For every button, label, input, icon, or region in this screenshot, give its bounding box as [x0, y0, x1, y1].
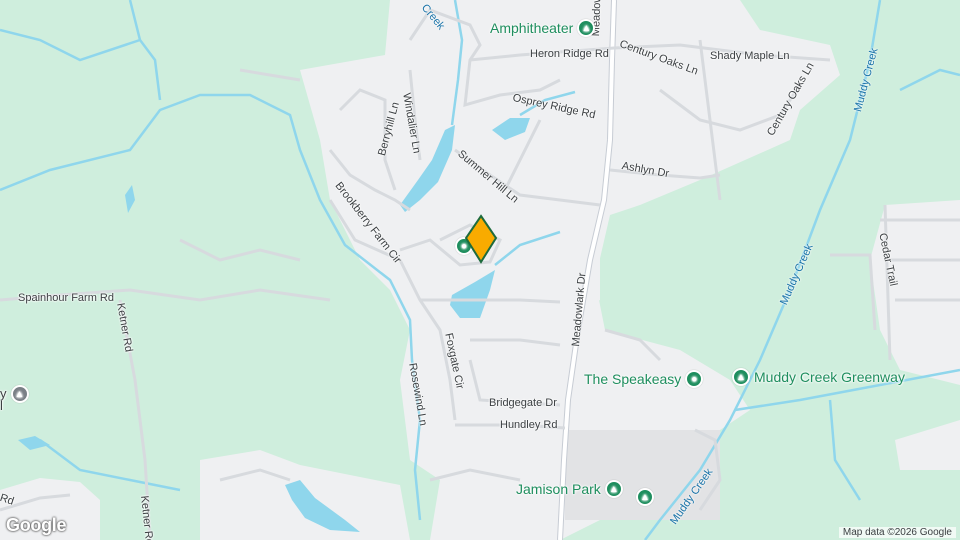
map-canvas[interactable]: Creek Muddy Creek Muddy Creek Muddy Cree…	[0, 0, 960, 540]
pond-small	[125, 185, 135, 213]
poi-amphitheater-label: Amphitheater	[490, 20, 574, 36]
poi-school[interactable]: y ▲	[0, 385, 29, 403]
google-logo: Google	[6, 515, 67, 535]
urban-area-east	[870, 200, 960, 385]
poi-amphitheater[interactable]: Amphitheater ▲	[490, 19, 596, 37]
urban-area-southeast	[895, 420, 960, 470]
road-label-hundley: Hundley Rd	[500, 419, 558, 431]
school-icon: ▲	[10, 385, 29, 403]
road-label-heron-ridge: Heron Ridge Rd	[530, 48, 609, 60]
map-attribution[interactable]: Map data ©2026 Google	[838, 527, 956, 538]
road-label-shady-maple: Shady Maple Ln	[710, 50, 790, 62]
poi-jamison-park-secondary[interactable]: ▲	[636, 488, 654, 506]
tree-icon: ▲	[604, 480, 623, 498]
map-base-layer	[0, 0, 960, 540]
poi-muddy-creek-greenway[interactable]: ▲ Muddy Creek Greenway	[732, 368, 905, 386]
poi-jamison-label: Jamison Park	[516, 481, 601, 497]
road-label-bridgegate: Bridgegate Dr	[489, 397, 557, 409]
tree-icon: ▲	[636, 488, 654, 506]
road-label-spainhour: Spainhour Farm Rd	[18, 292, 114, 304]
poi-school-label-2: l	[0, 398, 3, 413]
poi-jamison-park[interactable]: Jamison Park ▲	[516, 480, 623, 498]
poi-speakeasy[interactable]: The Speakeasy ●	[584, 370, 704, 388]
location-marker-icon[interactable]	[464, 214, 498, 266]
poi-greenway-label: Muddy Creek Greenway	[754, 369, 905, 385]
tree-icon: ▲	[732, 368, 750, 386]
poi-speakeasy-label: The Speakeasy	[584, 371, 682, 387]
tree-icon: ▲	[577, 19, 596, 37]
place-icon: ●	[685, 370, 704, 388]
